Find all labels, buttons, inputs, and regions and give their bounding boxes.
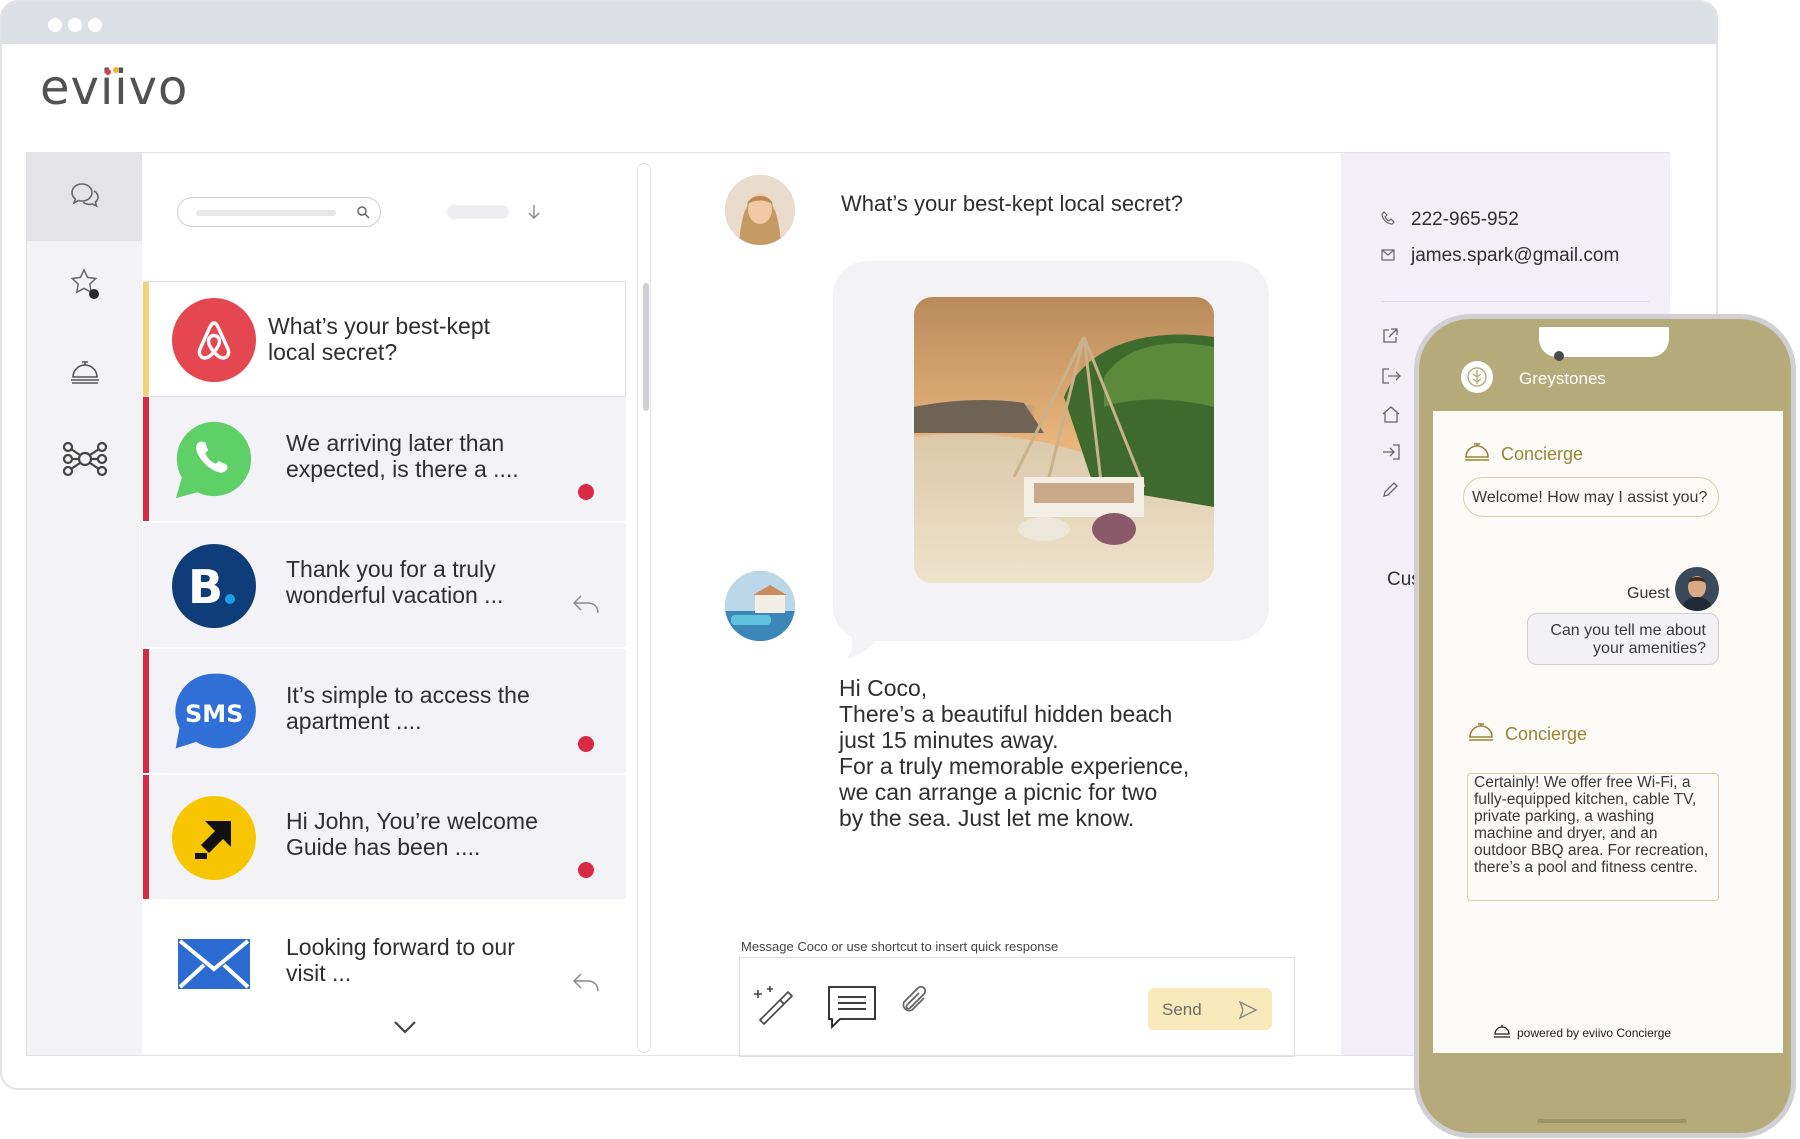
detail-phone-text: 222-965-952 — [1411, 209, 1519, 230]
conversation-preview: It’s simple to access the apartment .... — [286, 682, 530, 734]
search-input[interactable] — [177, 197, 381, 227]
concierge-bell-icon — [1493, 1023, 1511, 1042]
detail-phone[interactable]: 222-965-952 — [1381, 209, 1519, 231]
rail-item-integrations[interactable] — [27, 417, 142, 505]
mail-icon — [1381, 245, 1395, 267]
conversation-item[interactable]: What’s your best-kept local secret? — [143, 281, 626, 397]
conversation-preview: What’s your best-kept local secret? — [268, 313, 491, 365]
conversation-item[interactable]: SMS It’s simple to access the apartment … — [143, 649, 626, 775]
send-button-label: Send — [1162, 1000, 1202, 1019]
star-icon — [69, 267, 101, 304]
conversation-preview: Thank you for a truly wonderful vacation… — [286, 556, 504, 608]
bubble-tail — [847, 623, 887, 659]
detail-email[interactable]: james.spark@gmail.com — [1381, 245, 1619, 267]
rail-item-messages[interactable] — [27, 153, 142, 241]
divider — [1381, 301, 1649, 302]
conversation-item[interactable]: Hi John, You’re welcome Guide has been .… — [143, 775, 626, 901]
window-dot[interactable] — [68, 18, 82, 32]
expedia-icon — [172, 796, 256, 880]
concierge-bell-icon — [1463, 441, 1491, 468]
conversation-preview: Looking forward to our visit ... — [286, 934, 515, 986]
message-composer[interactable]: Send — [739, 957, 1295, 1057]
unread-dot — [578, 484, 594, 500]
logo-dots — [105, 67, 125, 77]
powered-by: powered by eviivo Concierge — [1493, 1023, 1671, 1042]
sort-arrow-icon[interactable] — [527, 203, 541, 226]
ai-magic-wand-icon[interactable] — [750, 982, 800, 1033]
unread-dot — [578, 736, 594, 752]
reply-arrow-icon[interactable] — [571, 971, 601, 998]
svg-text:B: B — [188, 561, 223, 611]
host-reply-message: Hi Coco, There’s a beautiful hidden beac… — [839, 675, 1190, 831]
conversation-preview: We arriving later than expected, is ther… — [286, 430, 519, 482]
concierge-label: Concierge — [1463, 441, 1583, 468]
guest-avatar — [725, 175, 795, 245]
integrations-icon — [61, 440, 109, 483]
chat-panel: What’s your best-kept local secret? Hi C… — [655, 153, 1341, 1057]
whatsapp-icon — [172, 418, 256, 502]
rail-item-concierge[interactable] — [27, 329, 142, 417]
send-arrow-icon — [1238, 1000, 1258, 1020]
property-name: Greystones — [1519, 369, 1606, 388]
airbnb-icon — [172, 298, 256, 382]
compose-hint: Message Coco or use shortcut to insert q… — [741, 939, 1059, 954]
conversation-item[interactable]: We arriving later than expected, is ther… — [143, 397, 626, 523]
guest-message: What’s your best-kept local secret? — [841, 191, 1183, 216]
title-bar — [2, 2, 1716, 44]
home-indicator — [1537, 1119, 1687, 1123]
scrollbar-thumb[interactable] — [643, 283, 649, 411]
welcome-bubble: Welcome! How may I assist you? — [1463, 477, 1719, 517]
beach-picnic-image[interactable] — [914, 297, 1214, 583]
send-button[interactable]: Send — [1148, 988, 1272, 1030]
conversation-preview: Hi John, You’re welcome Guide has been .… — [286, 808, 538, 860]
concierge-answer-bubble: Certainly! We offer free Wi-Fi, a fully-… — [1467, 773, 1719, 901]
email-icon — [172, 922, 256, 1006]
property-logo-icon — [1461, 361, 1493, 393]
rail-item-favourites[interactable] — [27, 241, 142, 329]
attachment-icon[interactable] — [898, 984, 932, 1025]
search-icon[interactable] — [356, 205, 370, 224]
guest-avatar — [1675, 567, 1719, 611]
camera-dot — [1554, 351, 1564, 361]
phone-icon — [1381, 209, 1395, 231]
pencil-icon[interactable] — [1381, 481, 1399, 504]
property-avatar — [725, 571, 795, 641]
conversation-item[interactable]: Looking forward to our visit ... — [143, 901, 626, 1027]
conversation-list: What’s your best-kept local secret? We a… — [143, 153, 626, 1055]
concierge-bell-icon — [1467, 721, 1495, 748]
phone-mockup: Greystones Concierge Welcome! How may I … — [1414, 314, 1796, 1138]
detail-email-text: james.spark@gmail.com — [1411, 245, 1620, 266]
window-dot[interactable] — [88, 18, 102, 32]
booking-icon: B — [172, 544, 256, 628]
sms-icon: SMS — [172, 670, 256, 754]
external-link-icon[interactable] — [1381, 327, 1399, 350]
logout-icon[interactable] — [1381, 367, 1401, 390]
chat-bubbles-icon — [70, 181, 100, 214]
guest-question-bubble: Can you tell me about your amenities? — [1527, 613, 1719, 665]
unread-dot — [578, 862, 594, 878]
quick-response-icon[interactable] — [826, 984, 878, 1035]
reply-arrow-icon[interactable] — [571, 593, 601, 620]
sort-pill[interactable] — [447, 205, 509, 219]
conversation-item[interactable]: B Thank you for a truly wonderful vacati… — [143, 523, 626, 649]
concierge-chat-screen: Concierge Welcome! How may I assist you?… — [1433, 411, 1783, 1053]
checkin-icon — [1381, 443, 1401, 466]
concierge-bell-icon — [69, 357, 101, 390]
nav-rail — [27, 153, 142, 1055]
sms-badge: SMS — [185, 700, 244, 728]
window-dot[interactable] — [48, 18, 62, 32]
concierge-label: Concierge — [1467, 721, 1587, 748]
chevron-down-icon[interactable] — [392, 1019, 418, 1040]
guest-label: Guest — [1627, 585, 1670, 602]
home-icon — [1381, 405, 1401, 428]
